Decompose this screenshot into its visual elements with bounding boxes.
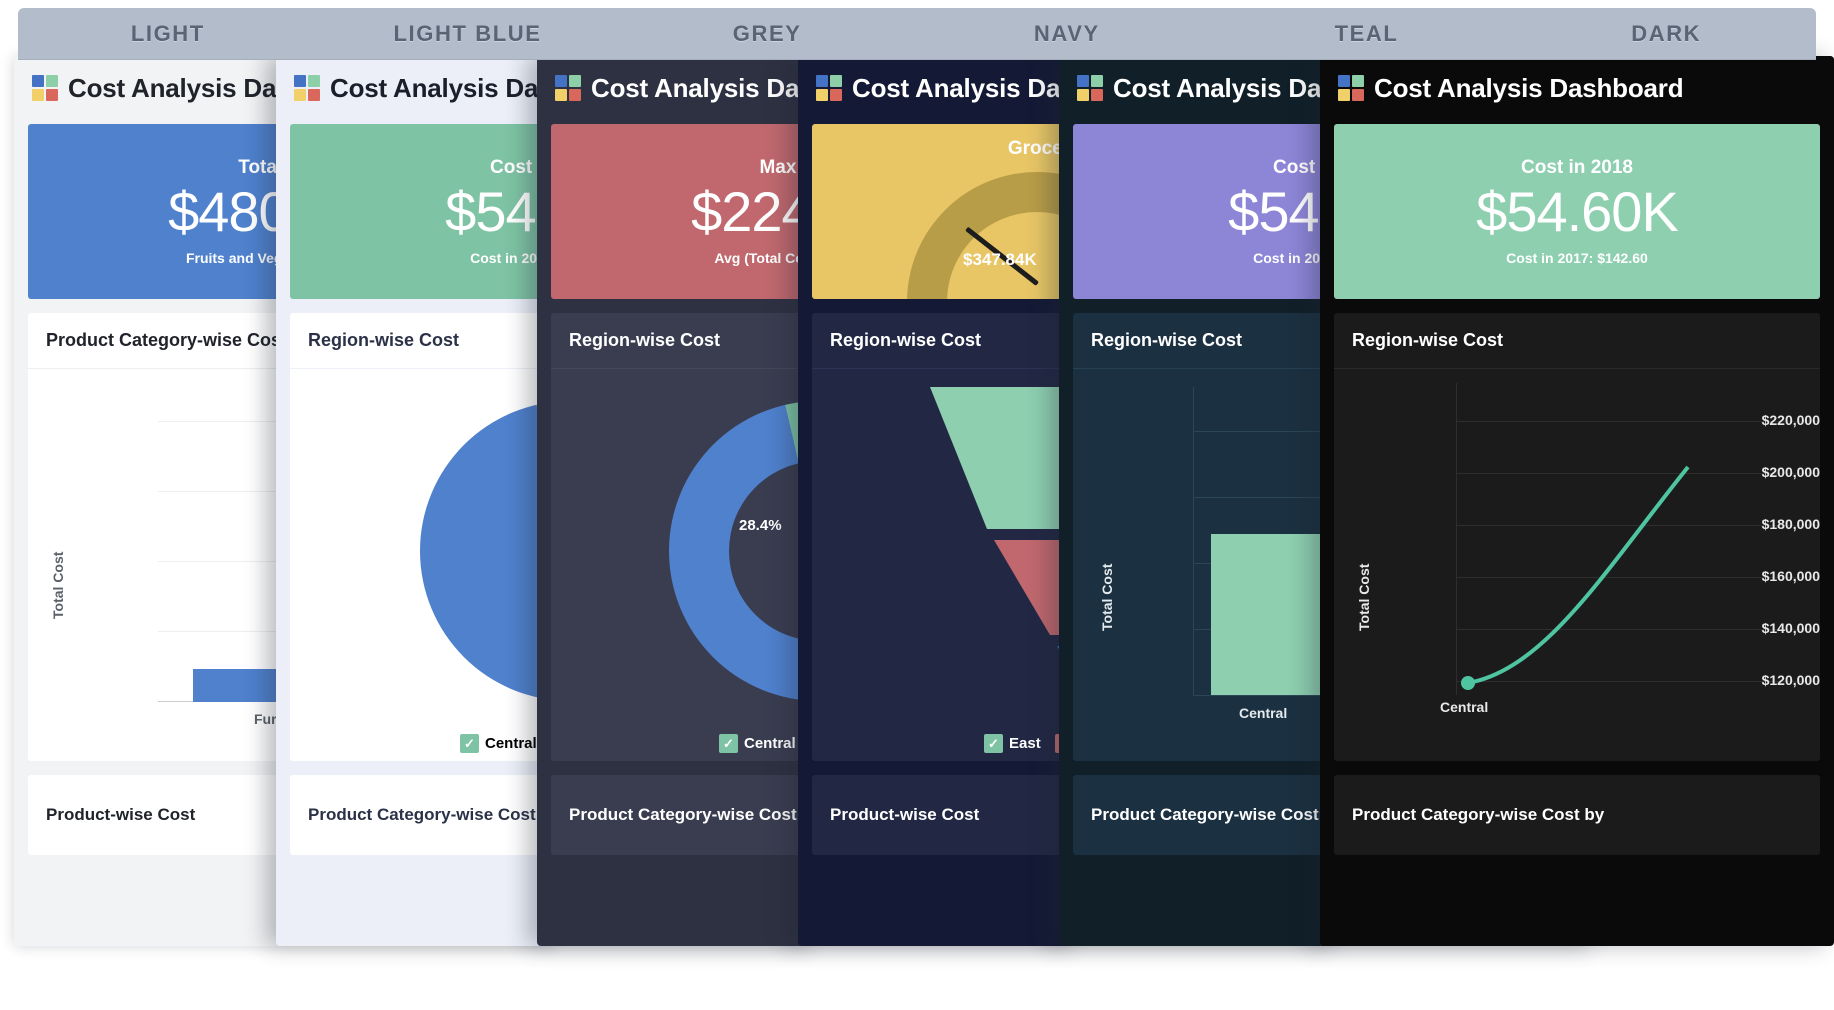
donut-slice-label: 28.4%: [739, 517, 782, 534]
dashboard-logo-icon: [1338, 75, 1364, 101]
axis-vertical: [1193, 387, 1194, 695]
bar-central[interactable]: [1211, 534, 1327, 695]
theme-tab-dark[interactable]: DARK: [1516, 21, 1816, 47]
dashboard-panel-deck: Cost Analysis Dashboard Total Cost $480.…: [0, 56, 1834, 996]
legend-label: East: [1009, 735, 1041, 752]
legend-item-central[interactable]: ✓ Central: [460, 734, 537, 753]
kpi-label: Cost in 2018: [1521, 157, 1633, 179]
dashboard-logo-icon: [294, 75, 320, 101]
y-axis-title: Total Cost: [1099, 563, 1115, 631]
chart-card-product-category-cost-by[interactable]: Product Category-wise Cost by: [1334, 775, 1820, 855]
page-title: Cost Analysis Dashboard: [1374, 72, 1684, 103]
chart-card-region-wise-cost: Region-wise Cost Total Cost $220,000 $20…: [1334, 313, 1820, 761]
dashboard-logo-icon: [32, 75, 58, 101]
y-axis-title: Total Cost: [50, 551, 66, 619]
dashboard-panel-dark[interactable]: Cost Analysis Dashboard Cost in 2018 $54…: [1320, 56, 1834, 946]
theme-tab-teal[interactable]: TEAL: [1217, 21, 1517, 47]
dashboard-logo-icon: [816, 75, 842, 101]
theme-tab-light[interactable]: LIGHT: [18, 21, 318, 47]
chart-plot-area[interactable]: Total Cost $220,000 $200,000 $180,000 $1…: [1334, 369, 1820, 761]
panel-header: Cost Analysis Dashboard: [1320, 56, 1834, 120]
y-axis-title: Total Cost: [1356, 563, 1372, 631]
theme-tab-grey[interactable]: GREY: [617, 21, 917, 47]
kpi-value: $54.60K: [1476, 180, 1679, 244]
dashboard-logo-icon: [555, 75, 581, 101]
theme-tab-light-blue[interactable]: LIGHT BLUE: [318, 21, 618, 47]
legend-checkbox-icon[interactable]: ✓: [719, 734, 738, 753]
theme-tab-navy[interactable]: NAVY: [917, 21, 1217, 47]
x-tick: Central: [1239, 705, 1288, 721]
gauge-value: $347.84K: [963, 250, 1037, 269]
chart-card-title: Region-wise Cost: [1334, 313, 1820, 369]
theme-tab-bar: LIGHT LIGHT BLUE GREY NAVY TEAL DARK: [18, 8, 1816, 60]
legend-checkbox-icon[interactable]: ✓: [460, 734, 479, 753]
line-path: [1467, 465, 1690, 685]
line-chart-series[interactable]: [1456, 369, 1820, 709]
legend-checkbox-icon[interactable]: ✓: [984, 734, 1003, 753]
dashboard-logo-icon: [1077, 75, 1103, 101]
screenshot-root: LIGHT LIGHT BLUE GREY NAVY TEAL DARK Cos…: [0, 0, 1834, 1010]
legend-item-east[interactable]: ✓ East: [984, 734, 1041, 753]
x-tick: Central: [1440, 699, 1489, 715]
kpi-subtext: Cost in 2017: $142.60: [1506, 249, 1648, 266]
legend-label: Central: [744, 735, 796, 752]
legend-item-central[interactable]: ✓ Central: [719, 734, 796, 753]
legend-label: Central: [485, 735, 537, 752]
kpi-card-cost-2018[interactable]: Cost in 2018 $54.60K Cost in 2017: $142.…: [1334, 124, 1820, 299]
line-point-central: [1461, 676, 1475, 690]
